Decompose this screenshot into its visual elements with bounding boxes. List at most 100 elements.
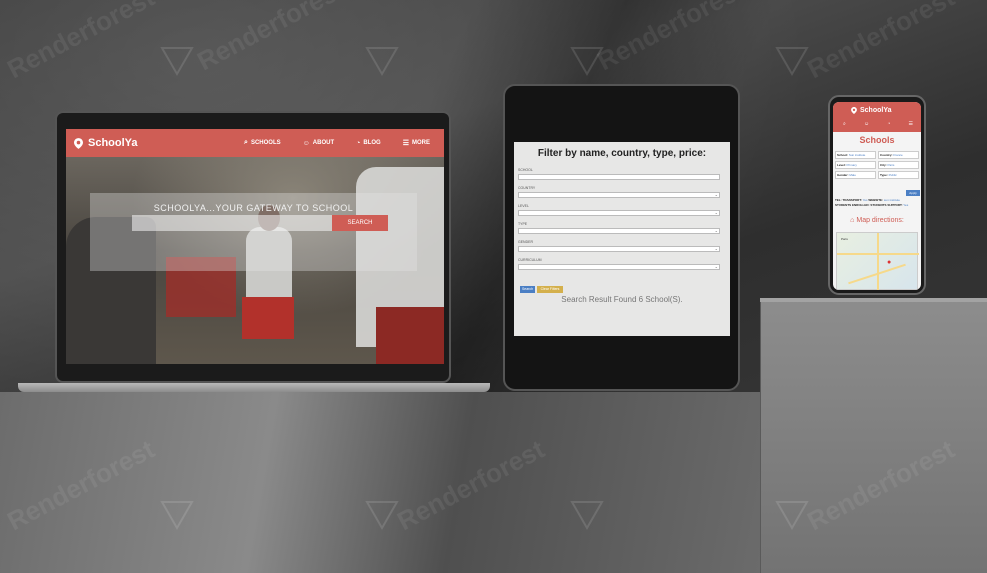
filter-curriculum-select[interactable]: ⌄ xyxy=(518,264,720,270)
laptop-base xyxy=(18,383,490,392)
map-directions-title: ⌂ Map directions: xyxy=(833,217,921,224)
watermark-logo-icon xyxy=(160,47,194,76)
info-label: STUDENTS ENROLLED: xyxy=(835,203,870,207)
phone-site-logo[interactable]: SchoolYa xyxy=(851,107,892,114)
pedestal-right-edge xyxy=(760,298,987,302)
search-icon[interactable]: ⌕ xyxy=(843,121,846,127)
filter-type-select[interactable]: ⌄ xyxy=(518,228,720,234)
nav-label: BLOG xyxy=(363,140,381,146)
search-icon: ⌕ xyxy=(244,139,248,146)
detail-value: Primary xyxy=(846,163,857,167)
hero-search-button[interactable]: SEARCH xyxy=(332,215,388,231)
detail-cell: Level: Primary xyxy=(835,161,876,169)
nav-schools-link[interactable]: ⌕ SCHOOLS xyxy=(244,139,281,147)
hero-search-input[interactable] xyxy=(132,215,332,231)
nav-label: ABOUT xyxy=(312,140,335,146)
detail-label: Country: xyxy=(880,153,893,157)
detail-label: Level: xyxy=(837,163,846,167)
menu-icon: ☰ xyxy=(402,140,409,147)
rss-icon[interactable]: ◔ xyxy=(887,121,890,127)
filter-country-select[interactable]: ⌄ xyxy=(518,192,720,198)
filter-school: SCHOOL xyxy=(518,168,720,180)
phone-logo-text: SchoolYa xyxy=(860,107,892,114)
detail-cell: Gender: Male xyxy=(835,171,876,179)
hero-search-box: SCHOOLYA...YOUR GATEWAY TO SCHOOL SEARCH xyxy=(90,193,417,271)
detail-label: City: xyxy=(880,163,887,167)
phone-school-info: TEL: TRANSPORT: Yes WEBSITE: sun institu… xyxy=(835,198,919,208)
apply-button[interactable]: Apply xyxy=(906,190,920,196)
detail-label: Gender: xyxy=(837,173,849,177)
info-label: WEBSITE: xyxy=(868,198,884,202)
watermark-logo-icon xyxy=(365,47,399,76)
filter-label: LEVEL xyxy=(518,204,529,208)
phone-school-details: School: Sun institute Country: France Le… xyxy=(835,151,919,179)
filter-school-input[interactable] xyxy=(518,174,720,180)
tablet-device: Filter by name, country, type, price: SC… xyxy=(503,84,740,391)
phone-navbar: SchoolYa ⌕ ☺ ◔ ☰ xyxy=(833,102,921,132)
detail-cell: City: Paris xyxy=(878,161,919,169)
filter-gender: GENDER ⌄ xyxy=(518,240,720,252)
map-title-text: Map directions: xyxy=(856,217,904,224)
filter-search-button[interactable]: Search xyxy=(520,286,535,293)
filter-label: TYPE xyxy=(518,222,528,226)
chevron-down-icon: ⌄ xyxy=(714,246,718,251)
filter-level-select[interactable]: ⌄ xyxy=(518,210,720,216)
laptop-device: SchoolYa ⌕ SCHOOLS ☺ ABOUT ◔ BLOG ☰ MORE xyxy=(55,111,451,383)
hero-image: SCHOOLYA...YOUR GATEWAY TO SCHOOL SEARCH xyxy=(66,157,444,364)
site-logo[interactable]: SchoolYa xyxy=(74,137,138,149)
laptop-screen: SchoolYa ⌕ SCHOOLS ☺ ABOUT ◔ BLOG ☰ MORE xyxy=(66,129,444,364)
filter-type: TYPE ⌄ xyxy=(518,222,720,234)
laptop-navbar: SchoolYa ⌕ SCHOOLS ☺ ABOUT ◔ BLOG ☰ MORE xyxy=(66,129,444,157)
detail-value: Paris xyxy=(887,163,895,167)
chevron-down-icon: ⌄ xyxy=(714,264,718,269)
watermark-logo-icon xyxy=(570,47,604,76)
nav-label: SCHOOLS xyxy=(250,140,281,146)
filter-label: GENDER xyxy=(518,240,533,244)
watermark-text: Renderforest xyxy=(592,0,750,77)
info-label: STUDENTS SUPPORT: xyxy=(870,203,903,207)
watermark-logo-icon xyxy=(775,47,809,76)
info-value: Yes xyxy=(862,198,868,202)
watermark-text: Renderforest xyxy=(802,0,960,85)
detail-value: Sun institute xyxy=(848,153,866,157)
map-marker-icon: ● xyxy=(887,259,892,266)
detail-value: France xyxy=(893,153,903,157)
tablet-screen: Filter by name, country, type, price: SC… xyxy=(514,142,730,336)
phone-screen: SchoolYa ⌕ ☺ ◔ ☰ Schools School: Sun ins… xyxy=(833,102,921,290)
search-result-text: Search Result Found 6 School(S). xyxy=(561,295,683,304)
website-link[interactable]: sun institute xyxy=(884,198,900,202)
detail-value: Public xyxy=(888,173,897,177)
filter-gender-select[interactable]: ⌄ xyxy=(518,246,720,252)
nav-label: MORE xyxy=(412,140,430,146)
phone-page-title: Schools xyxy=(859,135,895,145)
info-value: Yes xyxy=(903,203,909,207)
map-road xyxy=(877,233,879,290)
watermark-text: Renderforest xyxy=(192,0,350,77)
pedestal-main xyxy=(0,392,760,573)
user-icon[interactable]: ☺ xyxy=(864,121,869,127)
menu-icon[interactable]: ☰ xyxy=(909,121,913,127)
detail-cell: Type: Public xyxy=(878,171,919,179)
detail-cell: School: Sun institute xyxy=(835,151,876,159)
rss-icon: ◔ xyxy=(356,139,361,147)
chevron-down-icon: ⌄ xyxy=(714,192,718,197)
nav-blog-link[interactable]: ◔ BLOG xyxy=(356,140,381,147)
info-label: TRANSPORT: xyxy=(842,198,862,202)
filter-title: Filter by name, country, type, price: xyxy=(537,148,707,159)
detail-cell: Country: France xyxy=(878,151,919,159)
detail-label: Type: xyxy=(880,173,888,177)
site-logo-text: SchoolYa xyxy=(88,137,138,149)
nav-more-link[interactable]: ☰ MORE xyxy=(403,139,430,147)
filter-label: COUNTRY xyxy=(518,186,536,190)
detail-label: School: xyxy=(837,153,848,157)
pedestal-right xyxy=(760,298,987,573)
clear-filters-button[interactable]: Clear Filters xyxy=(537,286,563,293)
filter-country: COUNTRY ⌄ xyxy=(518,186,720,198)
nav-about-link[interactable]: ☺ ABOUT xyxy=(303,140,335,147)
nav-links: ⌕ SCHOOLS ☺ ABOUT ◔ BLOG ☰ MORE xyxy=(244,129,430,157)
user-icon: ☺ xyxy=(302,139,310,147)
map-widget[interactable]: Paris ● xyxy=(836,232,919,290)
hero-foreground-shorts xyxy=(376,307,444,364)
info-label: TEL: xyxy=(835,198,842,202)
filter-curriculum: CURRICULUM ⌄ xyxy=(518,258,720,270)
